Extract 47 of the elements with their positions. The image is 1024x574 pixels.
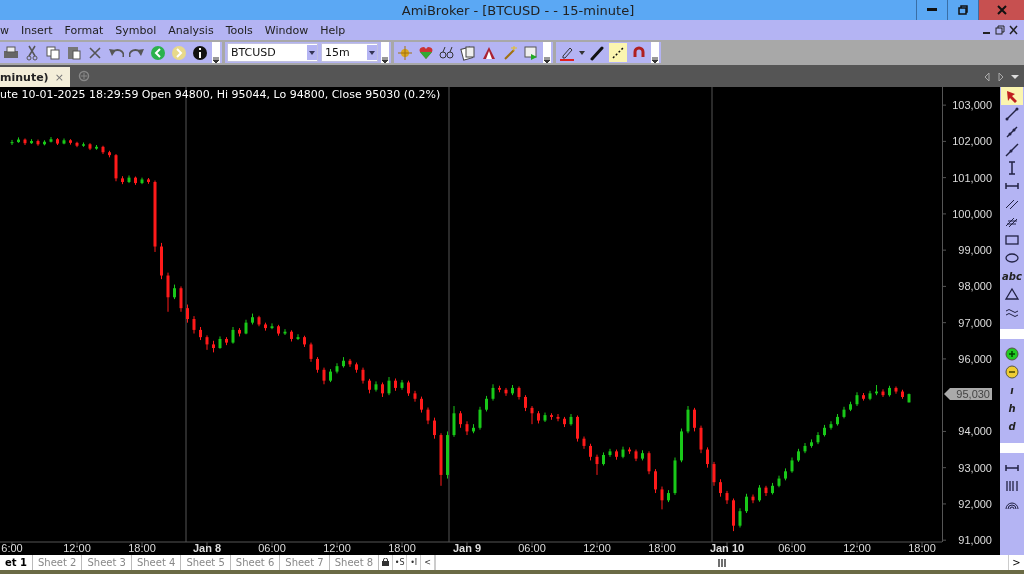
chart-info-text: ute 10-01-2025 18:29:59 Open 94800, Hi 95044, Lo 94800, Close 95030 (0.2%) <box>0 88 441 101</box>
menu-item[interactable]: Insert <box>15 23 59 37</box>
date-axis-label: Jan 8 <box>192 542 222 554</box>
sheet-nav-button[interactable]: •S <box>393 555 408 570</box>
window-title: AmiBroker - [BTCUSD - - 15-minute] <box>400 2 636 18</box>
price-axis-label: 97,000 <box>958 316 992 329</box>
time-axis-label: 18:00 <box>908 542 936 554</box>
menu-item[interactable]: Symbol <box>109 23 163 37</box>
price-axis-label: 94,000 <box>958 425 992 438</box>
price-axis-label: 91,000 <box>958 534 992 547</box>
time-axis-label: 06:00 <box>778 542 806 554</box>
time-axis-label: 12:00 <box>323 542 351 554</box>
menu-item[interactable]: w <box>0 23 15 37</box>
price-axis-label: 93,000 <box>958 461 992 474</box>
menu-item[interactable]: Tools <box>219 23 259 37</box>
tab-close-button[interactable]: × <box>54 70 64 84</box>
palette-tool-button[interactable]: abc <box>1001 267 1023 285</box>
time-axis-label: 6:00 <box>1 542 23 554</box>
price-axis-label: 98,000 <box>958 280 992 293</box>
price-axis-label: 96,000 <box>958 352 992 365</box>
time-axis-label: 18:00 <box>388 542 416 554</box>
price-axis-label: 103,000 <box>952 99 992 112</box>
time-axis-label: 12:00 <box>843 542 871 554</box>
time-axis-label: 06:00 <box>518 542 546 554</box>
menu-item[interactable]: Format <box>58 23 110 37</box>
time-axis-label: 12:00 <box>583 542 611 554</box>
symbol-dropdown[interactable]: BTCUSD <box>227 43 318 62</box>
date-axis-label: Jan 10 <box>709 542 745 554</box>
menu-item[interactable]: Analysis <box>162 23 220 37</box>
price-axis-label: 102,000 <box>952 135 992 148</box>
date-axis-label: Jan 9 <box>452 542 482 554</box>
chart-tab[interactable]: minute) <box>0 70 49 84</box>
menu-item[interactable]: Help <box>314 23 352 37</box>
palette-tool-button[interactable]: ı <box>1001 381 1023 399</box>
menu-item[interactable]: Window <box>258 23 315 37</box>
time-axis-label: 12:00 <box>63 542 91 554</box>
time-axis-label: 18:00 <box>128 542 156 554</box>
last-price-marker: 95,030 <box>944 388 992 401</box>
price-axis-label: 99,000 <box>958 244 992 257</box>
price-axis-label: 101,000 <box>952 171 992 184</box>
palette-tool-button[interactable]: d <box>1001 417 1023 435</box>
time-axis-label: 18:00 <box>648 542 676 554</box>
price-axis-label: 100,000 <box>952 207 992 220</box>
price-axis-label: 92,000 <box>958 497 992 510</box>
palette-tool-button[interactable]: h <box>1001 399 1023 417</box>
interval-dropdown[interactable]: 15m <box>321 43 378 62</box>
time-axis-label: 06:00 <box>258 542 286 554</box>
